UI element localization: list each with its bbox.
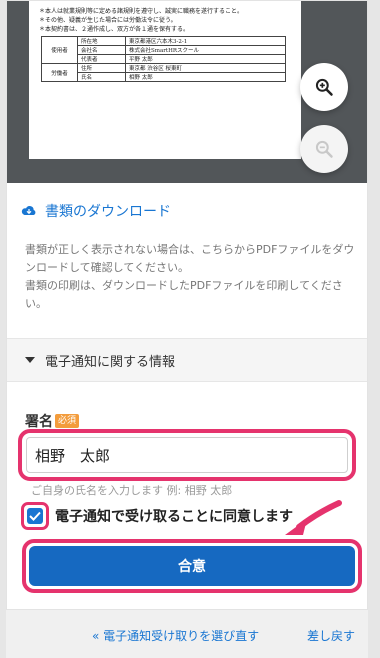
table-row: 氏名 相野 太郎 — [42, 72, 286, 82]
pointer-arrow-icon — [285, 500, 342, 535]
download-label: 書類のダウンロード — [45, 204, 171, 220]
return-link[interactable]: 差し戻す — [307, 627, 355, 644]
signature-title: 署名 — [25, 414, 53, 430]
consent-card: ＊本人は就業規則等に定める諸規則を遵守し、誠実に職務を遂行すること。 ＊その他、… — [6, 0, 368, 610]
zoom-in-icon — [315, 78, 333, 96]
document-note: ＊本人は就業規則等に定める諸規則を遵守し、誠実に職務を遂行すること。 — [39, 8, 244, 15]
table-row: 使用者 所在地 東京都港区六本木3-2-1 — [41, 36, 286, 64]
table-cell: 所在地 — [77, 36, 126, 46]
caret-down-icon — [25, 357, 35, 363]
document-viewer[interactable]: ＊本人は就業規則等に定める諸規則を遵守し、誠実に職務を遂行すること。 ＊その他、… — [7, 1, 367, 183]
required-badge: 必須 — [55, 414, 80, 428]
table-row: 会社名 株式会社SmartHRスクール — [42, 45, 286, 55]
consent-checkbox-highlight — [21, 502, 49, 530]
help-text-line: 書類が正しく表示されない場合は、こちらからPDFファイルをダウンロードして確認し… — [25, 243, 355, 274]
table-row: 代表者 平野 太郎 — [42, 54, 286, 64]
table-cell: 東京都 渋谷区 桜東町 — [125, 63, 286, 73]
zoom-out-button[interactable] — [300, 125, 348, 173]
cloud-download-icon — [21, 206, 36, 215]
help-text: 書類が正しく表示されない場合は、こちらからPDFファイルをダウンロードして確認し… — [25, 241, 357, 313]
signature-label: 署名 必須 — [25, 411, 80, 431]
right-frame — [368, 0, 380, 658]
table-cell: 相野 太郎 — [125, 72, 286, 82]
table-cell: 東京都港区六本木3-2-1 — [125, 36, 286, 46]
table-row: 労働者 住所 東京都 渋谷区 桜東町 — [41, 63, 286, 82]
signature-input[interactable]: 相野 太郎 — [26, 437, 348, 473]
agree-button-label: 合意 — [178, 559, 206, 575]
reselect-link[interactable]: « 電子通知受け取りを選び直す — [92, 627, 259, 644]
consent-checkbox[interactable] — [27, 508, 43, 524]
consent-label[interactable]: 電子通知で受け取ることに同意します — [55, 506, 293, 526]
zoom-in-button[interactable] — [300, 63, 348, 111]
help-text-line: 書類の印刷は、ダウンロードしたPDFファイルを印刷してください。 — [25, 279, 343, 310]
accordion-header[interactable]: 電子通知に関する情報 — [7, 338, 367, 382]
table-cell: 平野 太郎 — [125, 54, 286, 64]
signature-value: 相野 太郎 — [35, 446, 111, 465]
document-page: ＊本人は就業規則等に定める諸規則を遵守し、誠実に職務を遂行すること。 ＊その他、… — [29, 1, 301, 159]
worker-label: 労働者 — [41, 63, 78, 82]
signature-hint: ご自身の氏名を入力します 例: 相野 太郎 — [31, 484, 233, 497]
download-link[interactable]: 書類のダウンロード — [21, 201, 171, 221]
employer-label: 使用者 — [41, 36, 78, 64]
checkmark-icon — [29, 511, 41, 521]
document-note: ＊本契約書は、２通作成し、双方が各１通を保有する。 — [39, 26, 190, 33]
zoom-out-icon — [315, 140, 333, 158]
accordion-title: 電子通知に関する情報 — [45, 354, 176, 370]
table-cell: 株式会社SmartHRスクール — [125, 45, 286, 55]
document-note: ＊その他、疑義が生じた場合には労働法令に従う。 — [39, 17, 177, 24]
table-cell: 住所 — [77, 63, 126, 73]
table-cell: 代表者 — [77, 54, 126, 64]
agree-button[interactable]: 合意 — [29, 546, 355, 586]
signature-highlight: 相野 太郎 — [18, 429, 356, 481]
table-cell: 会社名 — [77, 45, 126, 55]
contract-party-table: 使用者 所在地 東京都港区六本木3-2-1 会社名 株式会社SmartHRスクー… — [41, 36, 286, 82]
agree-button-highlight: 合意 — [22, 539, 362, 593]
table-cell: 氏名 — [77, 72, 126, 82]
